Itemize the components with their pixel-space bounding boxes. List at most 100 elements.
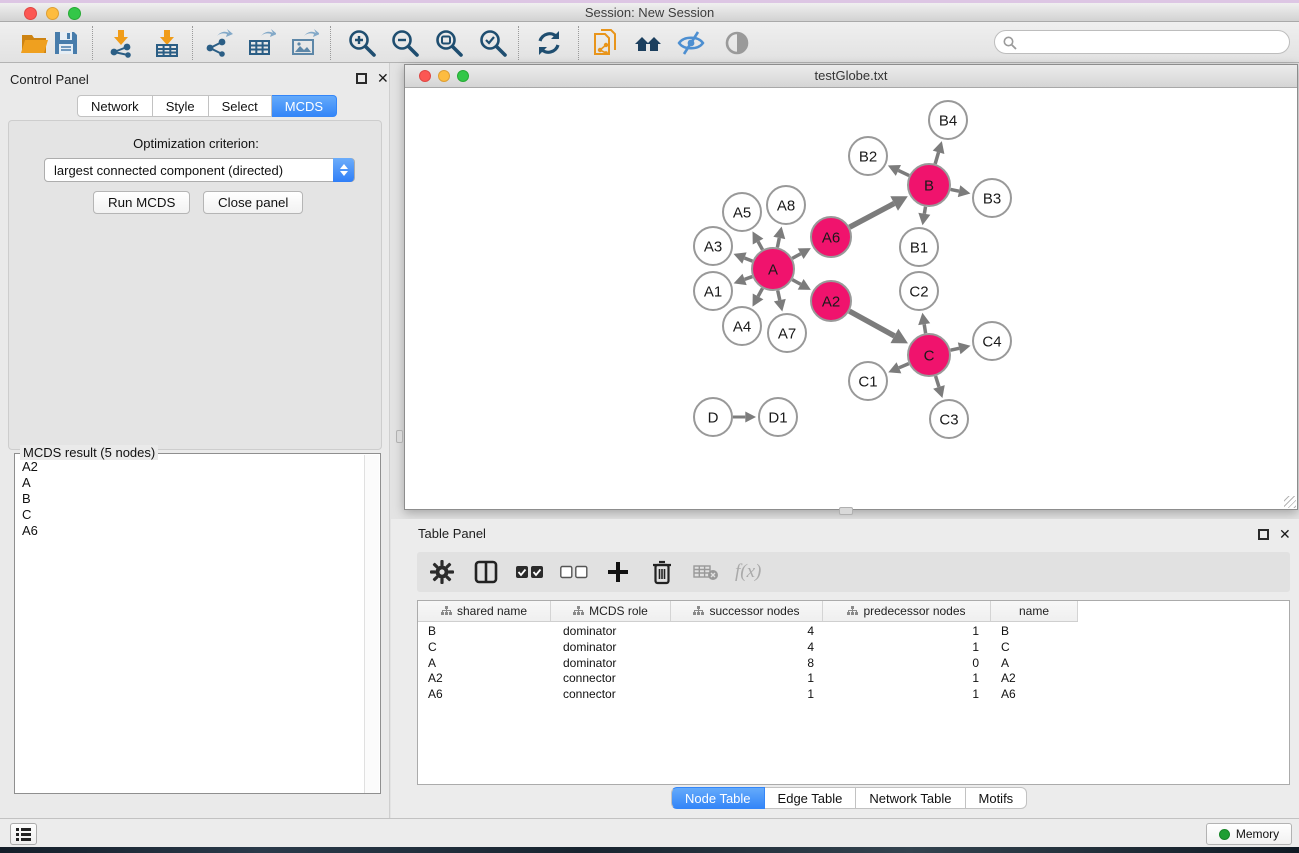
zoom-out-icon[interactable] [389,27,421,59]
edge-A-A3[interactable] [744,258,752,261]
select-all-icon[interactable] [515,557,545,587]
edge-A-A4[interactable] [758,288,762,296]
export-table-icon[interactable] [245,27,277,59]
edge-A-A1[interactable] [745,277,753,280]
edge-B-B3[interactable] [951,189,959,191]
float-panel-icon[interactable] [1258,529,1269,540]
graph-node-D[interactable]: D [694,398,732,436]
edge-A-A8[interactable] [777,238,779,247]
close-panel-icon[interactable]: ✕ [377,70,389,87]
edge-A6-B[interactable] [850,203,895,227]
column-header-predecessor-nodes[interactable]: predecessor nodes [823,601,991,621]
resize-grip-icon[interactable] [1284,496,1296,508]
edge-A-A2[interactable] [792,280,800,285]
tab-network[interactable]: Network [77,95,153,117]
export-image-icon[interactable] [288,27,320,59]
import-network-icon[interactable] [105,27,137,59]
graph-node-C4[interactable]: C4 [973,322,1011,360]
edge-C-C4[interactable] [950,348,959,350]
mcds-result-item[interactable]: B [16,491,364,507]
tab-motifs[interactable]: Motifs [966,787,1028,809]
table-row[interactable]: Cdominator41C [418,640,1078,656]
graph-node-A2[interactable]: A2 [811,281,851,321]
edge-B-B4[interactable] [935,152,938,164]
add-column-icon[interactable] [603,557,633,587]
zoom-selected-icon[interactable] [477,27,509,59]
edge-A2-C[interactable] [849,311,894,336]
graph-node-D1[interactable]: D1 [759,398,797,436]
close-panel-icon[interactable]: ✕ [1279,526,1291,543]
graph-node-A3[interactable]: A3 [694,227,732,265]
graph-node-A8[interactable]: A8 [767,186,805,224]
graph-node-B1[interactable]: B1 [900,228,938,266]
graph-node-C1[interactable]: C1 [849,362,887,400]
edge-C-C2[interactable] [924,324,925,333]
column-header-name[interactable]: name [991,601,1078,621]
optimization-criterion-select[interactable]: largest connected component (directed) [44,158,355,182]
graph-node-A6[interactable]: A6 [811,217,851,257]
column-header-successor-nodes[interactable]: successor nodes [671,601,823,621]
mcds-result-item[interactable]: A [16,475,364,491]
clone-network-icon[interactable] [590,27,622,59]
show-columns-icon[interactable] [471,557,501,587]
graph-node-A4[interactable]: A4 [723,307,761,345]
graph-node-A5[interactable]: A5 [723,193,761,231]
graph-node-C2[interactable]: C2 [900,272,938,310]
graph-node-C[interactable]: C [908,334,950,376]
mcds-result-item[interactable]: A2 [16,459,364,475]
graph-node-A1[interactable]: A1 [694,272,732,310]
hide-visual-icon[interactable] [675,27,707,59]
graph-node-B[interactable]: B [908,164,950,206]
scrollbar[interactable] [364,455,379,793]
edge-B-B2[interactable] [898,170,909,175]
tab-network-table[interactable]: Network Table [856,787,965,809]
export-network-icon[interactable] [202,27,234,59]
splitter-handle[interactable] [396,430,403,443]
zoom-fit-icon[interactable] [433,27,465,59]
show-graphics-icon[interactable] [721,27,753,59]
edge-C-C1[interactable] [899,364,909,368]
column-header-shared-name[interactable]: shared name [418,601,551,621]
search-field[interactable] [994,30,1290,54]
first-neighbors-icon[interactable] [632,27,664,59]
splitter-handle[interactable] [839,507,853,515]
graph-node-B3[interactable]: B3 [973,179,1011,217]
edge-A-A6[interactable] [792,254,800,259]
column-header-mcds-role[interactable]: MCDS role [551,601,671,621]
edge-C-C3[interactable] [936,376,939,387]
graph-node-A7[interactable]: A7 [768,314,806,352]
memory-button[interactable]: Memory [1206,823,1292,845]
table-row[interactable]: Adominator80A [418,656,1078,672]
table-row[interactable]: Bdominator41B [418,624,1078,640]
graph-node-B4[interactable]: B4 [929,101,967,139]
graph-node-B2[interactable]: B2 [849,137,887,175]
run-mcds-button[interactable]: Run MCDS [93,191,190,214]
tab-style[interactable]: Style [153,95,209,117]
zoom-in-icon[interactable] [346,27,378,59]
search-input[interactable] [1021,32,1281,52]
save-session-icon[interactable] [50,27,82,59]
graph-node-A[interactable]: A [752,248,794,290]
edge-A-A7[interactable] [778,290,780,300]
close-panel-button[interactable]: Close panel [203,191,303,214]
import-table-icon[interactable] [151,27,183,59]
settings-gear-icon[interactable] [427,557,457,587]
mcds-result-item[interactable]: C [16,507,364,523]
tab-node-table[interactable]: Node Table [671,787,765,809]
edge-A-A5[interactable] [758,242,762,250]
delete-table-icon[interactable] [691,557,721,587]
function-builder-icon[interactable]: f(x) [735,561,761,583]
edge-B-B1[interactable] [924,207,925,214]
tab-mcds[interactable]: MCDS [272,95,337,117]
table-row[interactable]: A2connector11A2 [418,671,1078,687]
tab-edge-table[interactable]: Edge Table [765,787,857,809]
deselect-all-icon[interactable] [559,557,589,587]
float-panel-icon[interactable] [356,73,367,84]
graph-node-C3[interactable]: C3 [930,400,968,438]
task-history-button[interactable] [10,823,37,845]
open-file-icon[interactable] [18,27,50,59]
mcds-result-item[interactable]: A6 [16,523,364,539]
tab-select[interactable]: Select [209,95,272,117]
delete-column-icon[interactable] [647,557,677,587]
table-row[interactable]: A6connector11A6 [418,687,1078,703]
